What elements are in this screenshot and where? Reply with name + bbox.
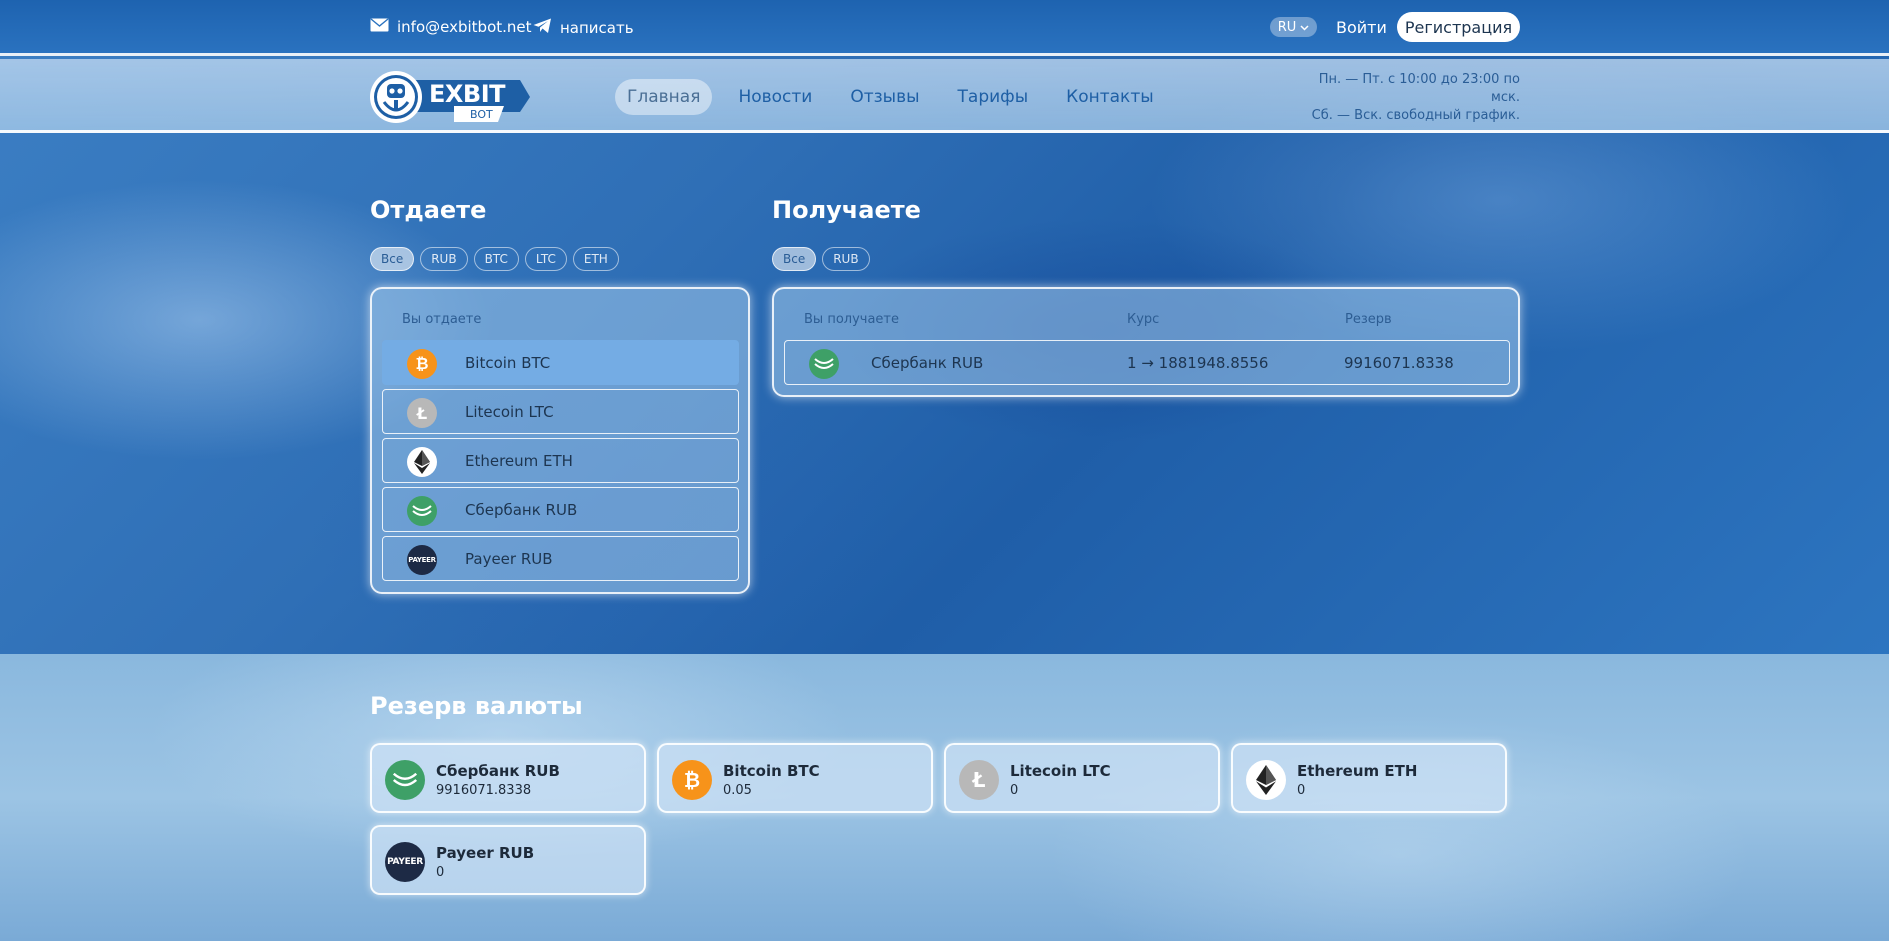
give-column-header: Вы отдаете: [402, 312, 482, 327]
reserve-card-name: Payeer RUB: [436, 844, 535, 862]
reserve-card-sberbank: Сбербанк RUB 9916071.8338: [370, 743, 646, 813]
give-item-label: Payeer RUB: [465, 549, 553, 568]
reserve-card-amount: 0: [1297, 783, 1306, 798]
receive-item-sberbank[interactable]: Сбербанк RUB 1 → 1881948.8556 9916071.83…: [784, 340, 1510, 385]
payeer-icon: PAYEER: [385, 842, 425, 882]
reserve-card-name: Litecoin LTC: [1010, 762, 1111, 780]
reserve-card-litecoin: Ł Litecoin LTC 0: [944, 743, 1220, 813]
give-filter-rub[interactable]: RUB: [420, 247, 468, 271]
receive-filter-all[interactable]: Все: [772, 247, 817, 271]
chevron-down-icon: [1300, 20, 1309, 35]
give-title: Отдаете: [370, 196, 487, 224]
reserve-card-amount: 0: [436, 865, 445, 880]
reserve-card-name: Ethereum ETH: [1297, 762, 1418, 780]
telegram-link[interactable]: написать: [533, 18, 634, 38]
receive-column-name: Вы получаете: [804, 312, 899, 327]
give-item-bitcoin[interactable]: ₿ Bitcoin BTC: [382, 340, 739, 385]
receive-filter-rub[interactable]: RUB: [822, 247, 870, 271]
reserve-card-amount: 0.05: [723, 783, 752, 798]
give-item-label: Bitcoin BTC: [465, 353, 551, 372]
give-item-sberbank[interactable]: Сбербанк RUB: [382, 487, 739, 532]
reserve-card-ethereum: Ethereum ETH 0: [1231, 743, 1507, 813]
telegram-icon: [533, 18, 552, 38]
hours-line-2: мск.: [1491, 90, 1520, 105]
sberbank-icon: [407, 496, 437, 526]
litecoin-icon: Ł: [959, 760, 999, 800]
hours-line-3: Сб. — Вск. свободный график.: [1311, 108, 1520, 123]
ethereum-icon: [407, 447, 437, 477]
main-nav: Главная Новости Отзывы Тарифы Контакты: [615, 79, 1166, 115]
hours-line-1: Пн. — Пт. с 10:00 до 23:00 по: [1318, 72, 1520, 87]
nav-home[interactable]: Главная: [615, 79, 713, 115]
nav-bar: EXBIT BOT Главная Новости Отзывы Тарифы …: [0, 59, 1889, 133]
logo-sub: BOT: [470, 108, 493, 121]
give-item-label: Ethereum ETH: [465, 451, 573, 470]
receive-panel: Вы получаете Курс Резерв Сбербанк RUB 1 …: [772, 287, 1520, 397]
nav-news[interactable]: Новости: [726, 79, 824, 115]
language-select[interactable]: RU: [1270, 17, 1317, 37]
sberbank-icon: [809, 349, 839, 379]
reserve-card-amount: 0: [1010, 783, 1019, 798]
logo-word: EXBIT: [429, 80, 506, 108]
receive-item-label: Сбербанк RUB: [871, 353, 984, 372]
reserve-card-amount: 9916071.8338: [436, 783, 532, 798]
working-hours: Пн. — Пт. с 10:00 до 23:00 по мск. Сб. —…: [1300, 71, 1520, 125]
give-filter-eth[interactable]: ETH: [572, 247, 619, 271]
reserve-card-name: Сбербанк RUB: [436, 762, 560, 780]
give-item-payeer[interactable]: PAYEER Payeer RUB: [382, 536, 739, 581]
give-item-litecoin[interactable]: Ł Litecoin LTC: [382, 389, 739, 434]
receive-title: Получаете: [772, 196, 921, 224]
telegram-text: написать: [560, 19, 634, 37]
reserve-title: Резерв валюты: [370, 692, 583, 720]
logo[interactable]: EXBIT BOT: [370, 70, 530, 124]
give-item-label: Сбербанк RUB: [465, 500, 578, 519]
top-bar: info@exbitbot.net написать RU Войти Реги…: [0, 0, 1889, 56]
bitcoin-icon: ₿: [672, 760, 712, 800]
login-link[interactable]: Войти: [1336, 18, 1387, 37]
nav-contacts[interactable]: Контакты: [1054, 79, 1166, 115]
give-filters: Все RUB BTC LTC ETH: [370, 247, 619, 271]
receive-item-rate: 1 → 1881948.8556: [1127, 353, 1269, 372]
receive-item-reserve: 9916071.8338: [1344, 353, 1454, 372]
give-item-label: Litecoin LTC: [465, 402, 554, 421]
receive-column-rate: Курс: [1127, 312, 1160, 327]
bitcoin-icon: ₿: [407, 349, 437, 379]
nav-tariffs[interactable]: Тарифы: [946, 79, 1041, 115]
payeer-icon: PAYEER: [407, 545, 437, 575]
mail-icon: [370, 18, 389, 36]
receive-filters: Все RUB: [772, 247, 870, 271]
reserve-card-payeer: PAYEER Payeer RUB 0: [370, 825, 646, 895]
give-filter-btc[interactable]: BTC: [473, 247, 519, 271]
language-value: RU: [1277, 19, 1297, 35]
nav-reviews[interactable]: Отзывы: [838, 79, 931, 115]
give-filter-ltc[interactable]: LTC: [524, 247, 567, 271]
register-button[interactable]: Регистрация: [1397, 12, 1520, 42]
email-link[interactable]: info@exbitbot.net: [370, 18, 532, 36]
litecoin-icon: Ł: [407, 398, 437, 428]
reserve-card-bitcoin: ₿ Bitcoin BTC 0.05: [657, 743, 933, 813]
ethereum-icon: [1246, 760, 1286, 800]
sberbank-icon: [385, 760, 425, 800]
email-text: info@exbitbot.net: [397, 18, 532, 36]
give-filter-all[interactable]: Все: [370, 247, 415, 271]
give-item-ethereum[interactable]: Ethereum ETH: [382, 438, 739, 483]
give-panel: Вы отдаете ₿ Bitcoin BTC Ł Litecoin LTC …: [370, 287, 750, 594]
receive-column-reserve: Резерв: [1345, 312, 1392, 327]
reserve-card-name: Bitcoin BTC: [723, 762, 820, 780]
